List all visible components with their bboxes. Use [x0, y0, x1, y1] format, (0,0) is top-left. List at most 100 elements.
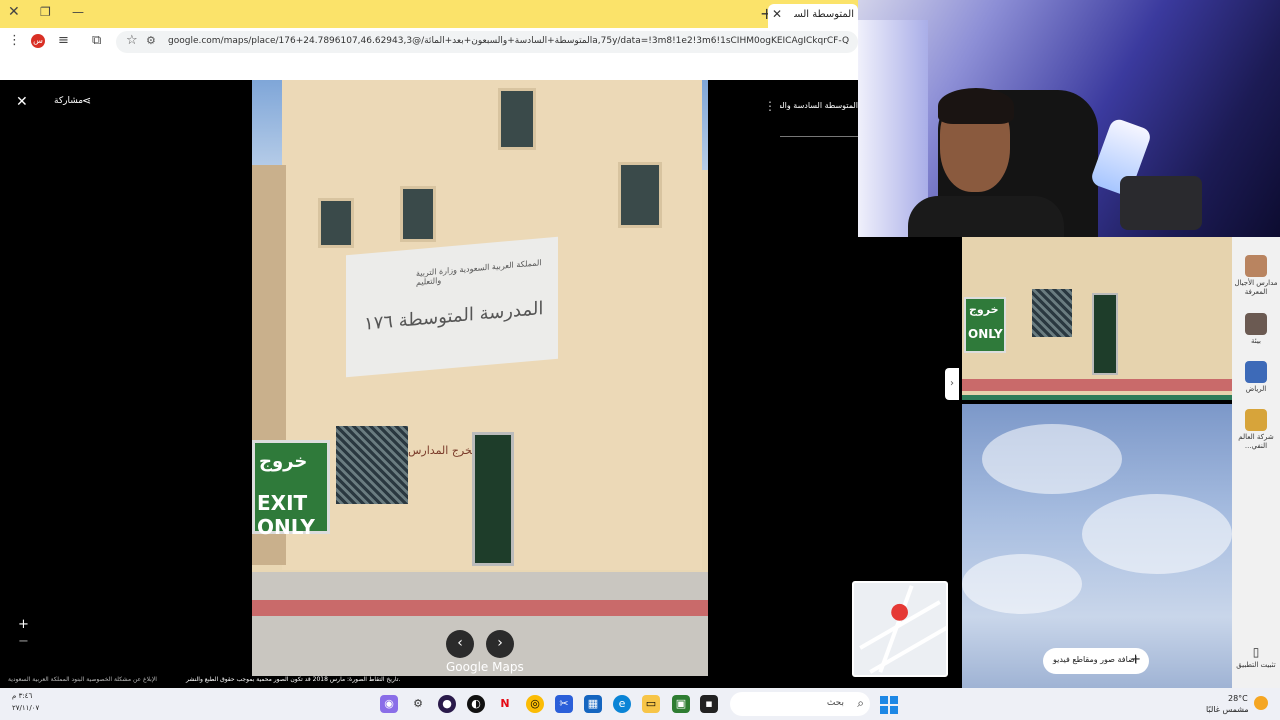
photo-thumbnail-1[interactable]: خروج ONLY [962, 237, 1232, 400]
sign-title: المدرسة المتوسطة ١٧٦ [364, 298, 544, 335]
chrome-icon[interactable]: ◎ [526, 695, 544, 713]
place-thumbnail [1245, 255, 1267, 277]
extensions-icon[interactable]: ⧉ [92, 33, 101, 48]
browser-tab[interactable]: ✕ المتوسطة السادسة والسبعون بعد [768, 4, 858, 28]
copilot-icon[interactable]: ◉ [380, 695, 398, 713]
sidebar-item-riyadh[interactable]: الرياض [1234, 361, 1278, 394]
more-options-icon[interactable]: ⋮ [764, 99, 776, 113]
address-bar[interactable]: ☆ ⚙ google.com/maps/place/176+المتوسطة+ا… [116, 31, 858, 53]
profile-avatar[interactable]: س [31, 34, 45, 48]
mini-map[interactable]: ● [852, 581, 948, 677]
windows-start-icon[interactable] [880, 696, 898, 714]
person-hair [938, 88, 1014, 124]
exit-sign-english: ONLY [968, 327, 1003, 341]
window-maximize-icon[interactable]: ❐ [40, 5, 51, 19]
microphone [1120, 176, 1202, 230]
next-photo-button[interactable]: › [486, 630, 514, 658]
webcam-overlay [858, 0, 1280, 237]
cloud [1082, 494, 1232, 574]
window-grill [1032, 289, 1072, 337]
add-photo-button[interactable]: إضافة صور ومقاطع فيديو + [1043, 648, 1149, 674]
window-grill [336, 426, 408, 504]
sidebar-item-label: مدارس الأجيال المعرفة [1234, 279, 1278, 296]
footer-links[interactable]: الإبلاغ عن مشكلة الخصوصية البنود المملكة… [8, 676, 157, 683]
netflix-icon[interactable]: N [496, 695, 514, 713]
building-window [318, 198, 354, 248]
place-thumbnail [1245, 313, 1267, 335]
calculator-icon[interactable]: ▦ [584, 695, 602, 713]
school-door [1092, 293, 1118, 375]
clock-time[interactable]: ٣:٤٦ م [12, 692, 32, 700]
install-app-button[interactable]: ▯ تثبيت التطبيق [1234, 645, 1278, 670]
sun-icon [1254, 696, 1268, 710]
street-curb [252, 600, 708, 616]
weather-description[interactable]: مشمس غالبًا [1206, 705, 1249, 714]
search-icon: ⌕ [857, 696, 864, 710]
settings-icon[interactable]: ⚙ [409, 695, 427, 713]
plus-icon: + [1130, 652, 1141, 667]
exit-sign-english: EXIT ONLY [257, 491, 315, 539]
previous-photo-button[interactable]: ‹ [446, 630, 474, 658]
building-window [498, 88, 536, 150]
queue-icon[interactable]: ≡ [58, 33, 69, 48]
close-icon[interactable]: ✕ [16, 94, 28, 110]
menu-icon[interactable]: ⋮ [8, 33, 21, 48]
place-title: المتوسطة السادسة والسبعون بعد المائة 176 [780, 101, 858, 110]
sidebar-item-label: بيئة [1251, 337, 1261, 345]
install-app-label: تثبيت التطبيق [1236, 661, 1276, 669]
window-close-icon[interactable]: ✕ [8, 4, 20, 20]
snipping-tool-icon[interactable]: ✂ [555, 695, 573, 713]
phone-icon: ▯ [1252, 645, 1260, 659]
search-label: بحث [826, 698, 844, 708]
photo-thumbnail-2[interactable] [962, 404, 1232, 688]
obs-icon[interactable]: ● [438, 695, 456, 713]
sign-subtitle: المملكة العربية السعودية وزارة التربية و… [416, 258, 542, 288]
media-icon[interactable]: ◐ [467, 695, 485, 713]
taskbar [0, 688, 1280, 720]
person-shirt [908, 196, 1064, 237]
exit-sign: خروج EXIT ONLY [252, 440, 330, 539]
school-sign: المملكة العربية السعودية وزارة التربية و… [346, 236, 558, 378]
exit-sign-arabic: خروج [969, 303, 999, 316]
google-maps-logo: Google Maps [446, 660, 524, 674]
footer-note: تاريخ التقاط الصورة: مارس 2018 قد تكون ا… [186, 676, 401, 683]
building-window [400, 186, 436, 242]
title-divider [780, 136, 858, 137]
place-thumbnail [1245, 361, 1267, 383]
terminal-icon[interactable]: ▪ [700, 695, 718, 713]
file-explorer-icon[interactable]: ▭ [642, 695, 660, 713]
xbox-icon[interactable]: ▣ [672, 695, 690, 713]
school-door [472, 432, 514, 566]
collapse-panel-button[interactable]: › [945, 368, 959, 400]
sidebar-item-environment[interactable]: بيئة [1234, 313, 1278, 346]
street-view-photo[interactable]: المملكة العربية السعودية وزارة التربية و… [252, 80, 708, 688]
share-button[interactable]: مشاركة [54, 96, 83, 106]
tab-close-icon[interactable]: ✕ [772, 7, 782, 21]
sidebar-item-company[interactable]: شركة العالم النفي... [1234, 409, 1278, 451]
exit-sign: خروج ONLY [964, 297, 1006, 353]
tab-title: المتوسطة السادسة والسبعون بعد [794, 9, 854, 20]
weather-temperature[interactable]: 28°C [1228, 694, 1248, 703]
exit-sign-arabic: خروج [259, 451, 308, 472]
url-text[interactable]: google.com/maps/place/176+المتوسطة+الساد… [168, 36, 854, 46]
edge-icon[interactable]: e [613, 695, 631, 713]
building-window [618, 162, 662, 228]
maps-footer: الإبلاغ عن مشكلة الخصوصية البنود المملكة… [0, 676, 708, 688]
wall-text: مخرج المدارس [408, 444, 478, 457]
site-info-icon[interactable]: ⚙ [146, 34, 156, 47]
taskbar-search[interactable]: بحث ⌕ [730, 692, 870, 716]
street-curb [962, 379, 1232, 391]
cloud [962, 554, 1082, 614]
share-icon[interactable]: ⋖ [82, 94, 91, 107]
sidebar-item-schools[interactable]: مدارس الأجيال المعرفة [1234, 255, 1278, 297]
maps-left-panel [0, 80, 252, 688]
page-header-strip [0, 56, 858, 80]
sidebar-item-label: الرياض [1245, 385, 1267, 393]
place-thumbnail [1245, 409, 1267, 431]
window-minimize-icon[interactable]: — [72, 5, 84, 19]
zoom-out-button[interactable]: − [18, 634, 29, 649]
bookmark-star-icon[interactable]: ☆ [126, 33, 138, 48]
zoom-in-button[interactable]: + [18, 617, 29, 632]
clock-date[interactable]: ٢٧/١١/٠٧ [12, 704, 39, 712]
app-sidebar: مدارس الأجيال المعرفة بيئة الرياض شركة ا… [1232, 237, 1280, 688]
